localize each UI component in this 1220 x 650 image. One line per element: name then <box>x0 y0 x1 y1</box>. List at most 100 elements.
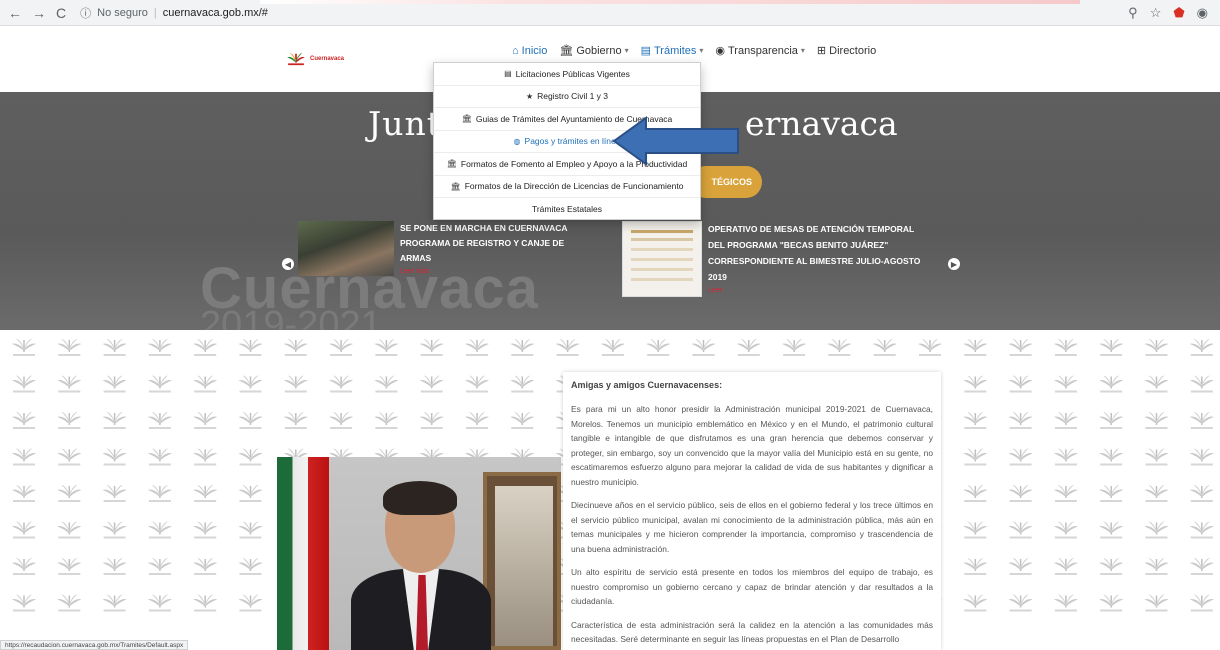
hair <box>383 481 457 515</box>
pattern-logo <box>374 375 399 393</box>
extension-shield-icon[interactable]: ⬟ <box>1173 5 1184 21</box>
pattern-logo <box>12 558 36 575</box>
news-readmore[interactable]: Leer <box>708 287 924 294</box>
pattern-logo <box>329 339 354 356</box>
pattern-logo <box>872 339 897 356</box>
menu-item-licencias[interactable]: 🏛 Formatos de la Dirección de Licencias … <box>434 176 700 198</box>
pattern-logo <box>1008 485 1033 502</box>
menu-item-registro-civil[interactable]: ★ Registro Civil 1 y 3 <box>434 86 700 108</box>
news-thumbnail[interactable] <box>622 221 702 297</box>
pattern-logo <box>1053 485 1078 502</box>
link-status-bar: https://recaudacion.cuernavaca.gob.mx/Tr… <box>0 640 189 650</box>
news-item[interactable]: OPERATIVO DE MESAS DE ATENCIÓN TEMPORAL … <box>622 221 924 297</box>
news-title[interactable]: SE PONE EN MARCHA EN CUERNAVACA PROGRAMA… <box>400 221 590 266</box>
menu-item-label: Registro Civil 1 y 3 <box>537 91 609 102</box>
pattern-logo <box>465 375 489 393</box>
news-item[interactable]: SE PONE EN MARCHA EN CUERNAVACA PROGRAMA… <box>298 221 590 276</box>
pattern-logo <box>1144 412 1169 429</box>
pattern-logo <box>193 485 218 502</box>
news-thumbnail[interactable] <box>298 221 394 276</box>
browser-toolbar: ← → C ⓘ No seguro | cuernavaca.gob.mx/# … <box>0 0 1220 26</box>
pattern-logo <box>283 339 308 356</box>
pattern-logo <box>646 339 671 356</box>
pattern-logo <box>1144 485 1169 502</box>
info-icon[interactable]: ⓘ <box>80 5 91 21</box>
news-readmore[interactable]: Leer más <box>400 268 590 275</box>
main-nav: ⌂ Inicio 🏛 Gobierno ▾ ▤ Trámites ▾ ◉ Tra… <box>512 44 876 58</box>
pattern-logo <box>1008 375 1033 393</box>
bank-icon: 🏛 <box>461 114 472 124</box>
pattern-logo <box>1189 521 1214 539</box>
pattern-logo <box>147 412 172 429</box>
menu-item-label: Licitaciones Públicas Vigentes <box>515 68 630 79</box>
pattern-logo <box>283 375 308 393</box>
carousel-next-icon[interactable]: ▶ <box>948 258 960 270</box>
pattern-logo <box>1008 412 1033 429</box>
pattern-logo <box>12 375 36 393</box>
pattern-logo <box>1189 594 1214 612</box>
pattern-logo <box>510 375 535 393</box>
pattern-logo <box>1099 521 1124 539</box>
back-icon[interactable]: ← <box>8 5 22 21</box>
menu-item-tramites-estatales[interactable]: Trámites Estatales <box>434 198 700 221</box>
pattern-logo <box>12 594 36 612</box>
pattern-logo <box>102 412 127 429</box>
hero-watermark-year: 2019-2021 <box>200 304 382 330</box>
pattern-logo <box>1008 339 1033 356</box>
pattern-logo <box>193 375 218 393</box>
forward-icon[interactable]: → <box>32 5 46 21</box>
bookmark-star-icon[interactable]: ☆ <box>1150 5 1162 21</box>
pattern-logo <box>102 594 127 612</box>
eye-icon: ◉ <box>715 45 725 57</box>
bank-icon: 🏛 <box>446 159 457 169</box>
nav-inicio-label: Inicio <box>521 44 548 57</box>
pattern-logo <box>57 339 82 356</box>
chevron-down-icon: ▾ <box>800 46 805 55</box>
pattern-logo <box>193 412 218 429</box>
pattern-logo <box>1099 339 1124 356</box>
news-title[interactable]: OPERATIVO DE MESAS DE ATENCIÓN TEMPORAL … <box>708 221 924 285</box>
nav-directorio[interactable]: ⊞ Directorio <box>816 44 876 58</box>
pattern-logo <box>283 412 308 429</box>
pattern-logo <box>238 558 263 575</box>
pattern-logo <box>12 521 36 539</box>
nav-tramites[interactable]: ▤ Trámites ▾ <box>641 44 704 58</box>
pattern-logo <box>419 375 444 393</box>
pattern-logo <box>1053 521 1078 539</box>
site-logo[interactable]: Cuernavaca <box>286 52 344 66</box>
pattern-logo <box>238 594 263 612</box>
portrait-frame-image <box>483 472 561 650</box>
pattern-logo <box>57 412 82 429</box>
sitemap-icon: ⊞ <box>816 45 827 57</box>
zoom-icon[interactable]: ⚲ <box>1128 5 1138 21</box>
pattern-logo <box>147 594 172 612</box>
pattern-logo <box>193 594 218 612</box>
nav-inicio[interactable]: ⌂ Inicio <box>512 45 547 57</box>
pattern-logo <box>147 485 172 502</box>
nav-gobierno[interactable]: 🏛 Gobierno ▾ <box>559 44 628 58</box>
pattern-logo <box>465 412 489 429</box>
url-text[interactable]: cuernavaca.gob.mx/# <box>163 7 268 19</box>
annotation-arrow-icon <box>612 116 739 166</box>
pattern-logo <box>1189 558 1214 575</box>
pattern-logo <box>238 375 263 393</box>
pattern-logo <box>147 375 172 393</box>
pattern-logo <box>1053 339 1078 356</box>
logo-text: Cuernavaca <box>310 55 345 62</box>
browser-actions: ⚲ ☆ ⬟ ◉ <box>1128 5 1220 21</box>
pattern-logo <box>600 339 625 356</box>
reload-icon[interactable]: C <box>56 5 66 21</box>
address-bar[interactable]: ⓘ No seguro | cuernavaca.gob.mx/# <box>80 5 268 21</box>
profile-avatar-icon[interactable]: ◉ <box>1197 5 1208 21</box>
pattern-logo <box>1099 485 1124 502</box>
pattern-logo <box>147 339 172 356</box>
pattern-logo <box>1144 448 1169 466</box>
hero-title-left: Junt <box>368 104 441 143</box>
bank-icon: 🏛 <box>559 45 574 57</box>
pattern-logo <box>1099 412 1124 429</box>
nav-transparencia[interactable]: ◉ Transparencia ▾ <box>715 44 805 58</box>
home-icon: ⌂ <box>512 44 519 57</box>
menu-item-licitaciones[interactable]: ▤ Licitaciones Públicas Vigentes <box>434 63 700 86</box>
pattern-logo <box>1008 521 1033 539</box>
carousel-prev-icon[interactable]: ◀ <box>282 258 294 270</box>
